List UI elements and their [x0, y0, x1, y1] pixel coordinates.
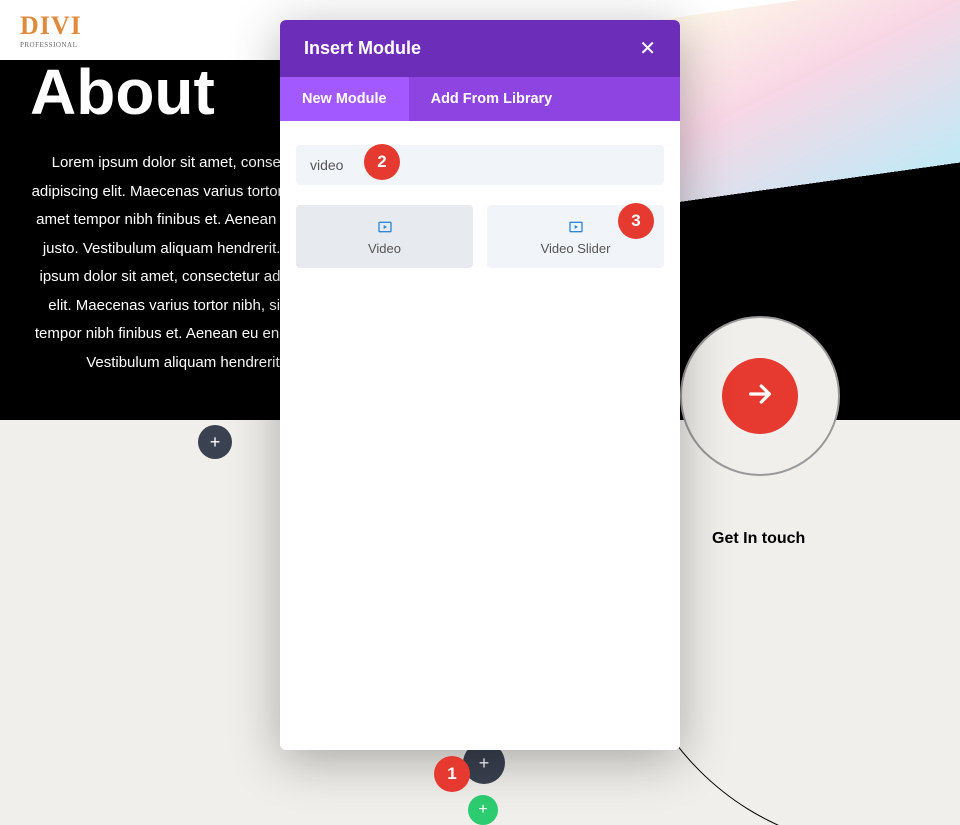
modal-header: Insert Module ✕ [280, 20, 680, 77]
module-search-input[interactable] [296, 145, 664, 185]
plus-icon: + [479, 753, 490, 774]
play-circle[interactable] [680, 316, 840, 476]
add-row-button[interactable]: + [468, 795, 498, 825]
video-icon [304, 219, 465, 235]
close-icon[interactable]: ✕ [639, 36, 656, 61]
tab-add-from-library[interactable]: Add From Library [409, 77, 680, 121]
module-label: Video [304, 241, 465, 256]
tab-new-module[interactable]: New Module [280, 77, 409, 121]
plus-icon: + [210, 432, 221, 453]
insert-module-modal: Insert Module ✕ New Module Add From Libr… [280, 20, 680, 750]
logo-main: DIVI [20, 11, 82, 41]
plus-icon: + [478, 801, 487, 819]
annotation-marker-1: 1 [434, 756, 470, 792]
module-label: Video Slider [495, 241, 656, 256]
get-in-touch-label[interactable]: Get In touch [712, 530, 805, 548]
module-video[interactable]: Video [296, 205, 473, 268]
arrow-right-icon [744, 378, 776, 415]
add-section-button[interactable]: + [198, 425, 232, 459]
logo[interactable]: DIVI PROFESSIONAL [20, 11, 82, 49]
annotation-marker-3: 3 [618, 203, 654, 239]
modal-tabs: New Module Add From Library [280, 77, 680, 121]
modal-title: Insert Module [304, 38, 421, 59]
logo-sub: PROFESSIONAL [20, 41, 77, 49]
annotation-marker-2: 2 [364, 144, 400, 180]
module-grid: Video Video Slider [296, 205, 664, 268]
play-button[interactable] [722, 358, 798, 434]
